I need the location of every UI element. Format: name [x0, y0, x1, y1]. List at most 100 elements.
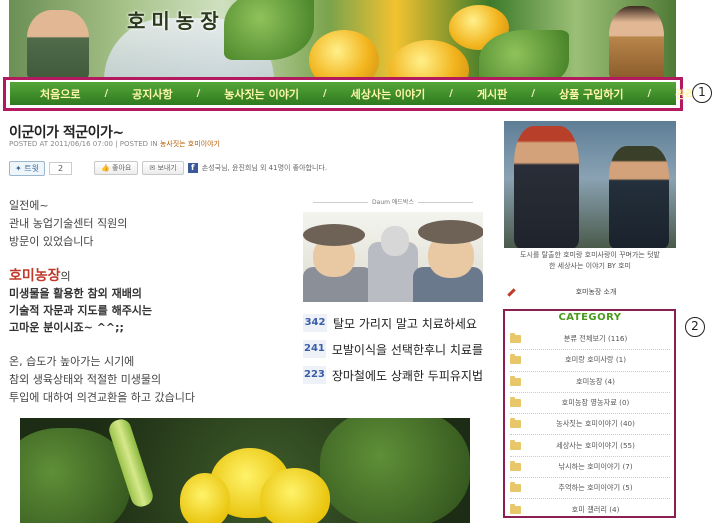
photo-person	[609, 146, 669, 248]
folder-icon	[510, 504, 521, 515]
cartoon-hat	[418, 220, 483, 244]
category-item[interactable]: 호미랑 호미사랑 (1)	[510, 350, 670, 372]
ad-cartoon-image[interactable]	[303, 212, 483, 302]
ad-text: 장마철에도 상쾌한 두피유지법	[331, 368, 483, 383]
like-button[interactable]: 👍 좋아요	[94, 161, 139, 175]
ad-number: 342	[303, 314, 327, 332]
share-row: ✦ 트윗 2 👍 좋아요 ✉ 보내기 f 손성국님, 윤진희님 외 41명이 좋…	[9, 160, 327, 176]
main-nav: 처음으로 / 공지사항 / 농사짓는 이야기 / 세상사는 이야기 / 게시판 …	[10, 82, 706, 105]
category-list: 분류 전체보기 (116) 호미랑 호미사랑 (1) 호미농장 (4) 호미농장…	[510, 329, 670, 521]
body-bold-line: 미생물을 활용한 참외 재배의	[9, 287, 142, 300]
category-item[interactable]: 호미 갤러리 (4)	[510, 499, 670, 520]
ad-row[interactable]: 241 모발이식을 선택한후니 치료를	[303, 339, 483, 359]
like-label: 좋아요	[112, 164, 132, 172]
category-item[interactable]: 낚시하는 호미이야기 (7)	[510, 457, 670, 479]
nav-item-farming-story[interactable]: 농사짓는 이야기	[214, 86, 309, 102]
farmer-man-photo	[27, 10, 89, 80]
send-icon: ✉	[149, 164, 156, 172]
leaf-decoration	[224, 0, 314, 60]
folder-icon	[510, 397, 521, 408]
melon-decoration	[309, 30, 379, 80]
nav-separator: /	[531, 88, 535, 99]
nav-item-shop[interactable]: 상품 구입하기	[549, 86, 634, 102]
caption-line: 한 세상사는 이야기 BY 호미	[549, 262, 631, 270]
folder-icon	[510, 460, 521, 471]
nav-item-home[interactable]: 처음으로	[30, 86, 90, 102]
category-item[interactable]: 세상사는 호미이야기 (55)	[510, 435, 670, 457]
category-label: 농사짓는 호미이야기 (40)	[556, 419, 635, 429]
callout-marker-2: 2	[685, 317, 705, 337]
cartoon-hat	[303, 224, 365, 246]
facebook-icon: f	[187, 163, 198, 173]
category-label: 호미 갤러리 (4)	[571, 505, 620, 515]
category-label: 추억하는 호미이야기 (5)	[558, 483, 633, 493]
body-bold-line: 기술적 자문과 지도를 해주시는	[9, 304, 153, 317]
thumbs-up-icon: 👍	[101, 164, 110, 172]
sidebar-profile-photo	[504, 121, 676, 248]
category-item-all[interactable]: 분류 전체보기 (116)	[510, 329, 670, 351]
body-line: 투입에 대하여 의견교환을 하고 갔습니다	[9, 391, 196, 404]
farm-intro-link[interactable]: 호미농장 소개	[504, 287, 676, 297]
body-bold-line: 고마운 분이시죠~ ^^;;	[9, 321, 124, 334]
folder-icon	[510, 375, 521, 386]
cartoon-face	[381, 226, 409, 256]
melon-decoration	[389, 40, 469, 80]
category-title: CATEGORY	[558, 312, 622, 323]
nav-item-notice[interactable]: 공지사항	[122, 86, 182, 102]
category-item[interactable]: 추억하는 호미이야기 (5)	[510, 478, 670, 500]
pencil-icon	[507, 287, 516, 297]
photo-flower	[180, 473, 230, 523]
body-line: 방문이 있었습니다	[9, 235, 94, 248]
category-label: 낚시하는 호미이야기 (7)	[558, 461, 633, 471]
send-button[interactable]: ✉ 보내기	[142, 161, 184, 175]
site-title[interactable]: 호미농장	[127, 5, 225, 34]
ad-text: 모발이식을 선택한후니 치료를	[331, 342, 483, 357]
category-item[interactable]: 농사짓는 호미이야기 (40)	[510, 414, 670, 436]
body-line: 일전에~	[9, 199, 49, 212]
folder-icon	[510, 354, 521, 365]
twitter-icon: ✦	[15, 163, 22, 173]
category-item[interactable]: 호미농장 (4)	[510, 372, 670, 393]
category-label: 호미랑 호미사랑 (1)	[564, 355, 627, 365]
category-label: 호미농장 영농자료 (0)	[561, 398, 630, 408]
post-meta-date: POSTED AT 2011/06/16 07:00 | POSTED IN	[9, 140, 160, 148]
farm-name: 호미농장	[9, 268, 61, 284]
body-line: 참외 생육상태와 적절한 미생물의	[9, 373, 162, 386]
post-category-link[interactable]: 농사짓는 호미이야기	[160, 140, 220, 148]
nav-item-life-story[interactable]: 세상사는 이야기	[341, 86, 436, 102]
nav-separator: /	[104, 88, 109, 99]
category-label: 호미농장 (4)	[576, 376, 615, 386]
folder-icon	[510, 333, 521, 344]
folder-icon	[510, 439, 521, 450]
farm-name-suffix: 의	[60, 270, 71, 283]
nav-item-board[interactable]: 게시판	[467, 86, 517, 102]
body-line: 온, 습도가 높아가는 시기에	[9, 355, 135, 368]
nav-separator: /	[196, 88, 201, 99]
sidebar-caption: 도시를 탈출한 호미랑 호미사랑이 꾸며가는 텃밭 한 세상사는 이야기 BY …	[504, 250, 676, 272]
post-photo	[20, 418, 470, 523]
tweet-count: 2	[48, 161, 73, 175]
callout-marker-1: 1	[692, 83, 712, 103]
category-item[interactable]: 호미농장 영농자료 (0)	[510, 393, 670, 415]
farm-intro-label: 호미농장 소개	[575, 288, 617, 296]
ad-number: 241	[303, 340, 326, 358]
nav-separator: /	[322, 88, 327, 99]
category-label: 분류 전체보기 (116)	[563, 334, 628, 344]
ad-row[interactable]: 223 장마철에도 상쾌한 두피유지법	[303, 365, 483, 385]
body-line: 관내 농업기술센터 직원의	[9, 217, 128, 230]
ad-list: 342 탈모 가리지 말고 치료하세요 241 모발이식을 선택한후니 치료를 …	[303, 313, 483, 391]
photo-flower	[260, 468, 330, 523]
farm-name-heading: 호미농장의	[9, 265, 71, 285]
header-banner: 호미농장	[9, 0, 676, 80]
ad-box-label: Daum 애드박스	[303, 197, 483, 206]
tweet-button[interactable]: ✦ 트윗	[9, 160, 45, 176]
ad-row[interactable]: 342 탈모 가리지 말고 치료하세요	[303, 313, 483, 333]
nav-separator: /	[647, 88, 652, 99]
photo-person	[514, 126, 579, 248]
leaf-decoration	[479, 30, 569, 80]
nav-separator: /	[449, 88, 453, 99]
caption-line: 도시를 탈출한 호미랑 호미사랑이 꾸며가는 텃밭	[520, 251, 660, 259]
farmer-woman-photo	[609, 6, 664, 80]
folder-icon	[510, 482, 521, 493]
category-label: 세상사는 호미이야기 (55)	[556, 440, 635, 450]
